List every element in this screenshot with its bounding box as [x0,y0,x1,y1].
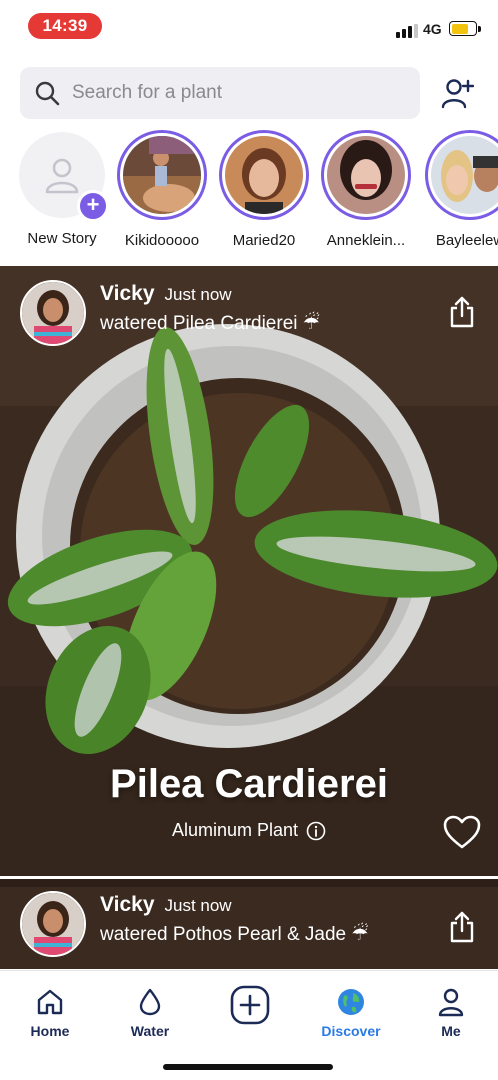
post-time: Just now [164,285,232,304]
story-name: New Story [27,230,97,247]
heart-icon[interactable] [442,814,482,850]
search-icon [35,81,60,106]
post-action: watered Pilea Cardierei ☔ [100,313,320,334]
post-header: Vicky Just now watered Pilea Cardierei ☔ [20,280,320,346]
add-story-icon[interactable]: + [77,190,109,222]
story-avatar [123,136,201,214]
battery-icon [449,21,481,36]
search-bar[interactable] [20,67,420,119]
plant-common-name: Aluminum Plant [171,820,299,840]
post-meta: Vicky Just now watered Pothos Pearl & Ja… [100,893,368,946]
info-icon[interactable] [306,821,326,841]
user-name[interactable]: Vicky [100,893,155,917]
nav-label: Discover [321,1023,381,1039]
story-avatar [431,136,498,214]
home-icon [37,989,63,1015]
signal-icon [396,24,418,38]
share-icon[interactable] [448,911,476,943]
nav-label: Home [30,1023,70,1039]
story-avatar [225,136,303,214]
user-avatar[interactable] [20,280,86,346]
post-action: watered Pothos Pearl & Jade ☔ [100,924,369,945]
user-avatar[interactable] [20,891,86,957]
nav-home[interactable]: Home [10,987,90,1039]
nav-water[interactable]: Water [110,987,190,1039]
nav-add[interactable] [210,985,290,1031]
nav-me[interactable]: Me [411,987,491,1039]
add-icon [230,985,270,1025]
plant-title[interactable]: Pilea Cardierei [0,762,498,807]
plant-subtitle[interactable]: Aluminum Plant [0,820,498,841]
story-item[interactable]: Anneklein... [320,130,412,249]
story-item[interactable]: Bayleelew [424,130,498,249]
globe-icon [338,989,364,1015]
new-story-button[interactable]: + [19,132,109,222]
feed-card[interactable]: Vicky Just now watered Pothos Pearl & Ja… [0,879,498,969]
status-bar: 14:39 4G [0,0,498,52]
home-indicator[interactable] [163,1064,333,1070]
water-drop-icon [139,988,161,1016]
nav-label: Water [130,1023,170,1039]
story-avatar [327,136,405,214]
nav-label: Me [441,1023,461,1039]
post-meta: Vicky Just now watered Pilea Cardierei ☔ [100,282,320,335]
story-item[interactable]: Maried20 [218,130,310,249]
person-icon [438,988,464,1017]
add-person-icon[interactable] [440,76,474,110]
story-name: Anneklein... [326,232,406,249]
network-label: 4G [423,21,442,37]
post-header: Vicky Just now watered Pothos Pearl & Ja… [20,891,368,957]
person-placeholder-icon [45,158,79,194]
post-time: Just now [164,896,232,915]
story-name: Maried20 [232,232,296,249]
user-name[interactable]: Vicky [100,282,155,306]
story-name: Bayleelew [435,232,498,249]
status-time: 14:39 [28,13,102,39]
feed-card[interactable]: Vicky Just now watered Pilea Cardierei ☔… [0,266,498,876]
story-item[interactable]: Kikidooooo [116,130,208,249]
story-new[interactable]: + New Story [16,130,109,247]
stories-row: + New Story Kikidooooo Maried20 Anneklei… [0,130,498,258]
nav-discover[interactable]: Discover [311,987,391,1039]
search-input[interactable] [72,82,392,104]
share-icon[interactable] [448,296,476,328]
story-name: Kikidooooo [124,232,200,249]
